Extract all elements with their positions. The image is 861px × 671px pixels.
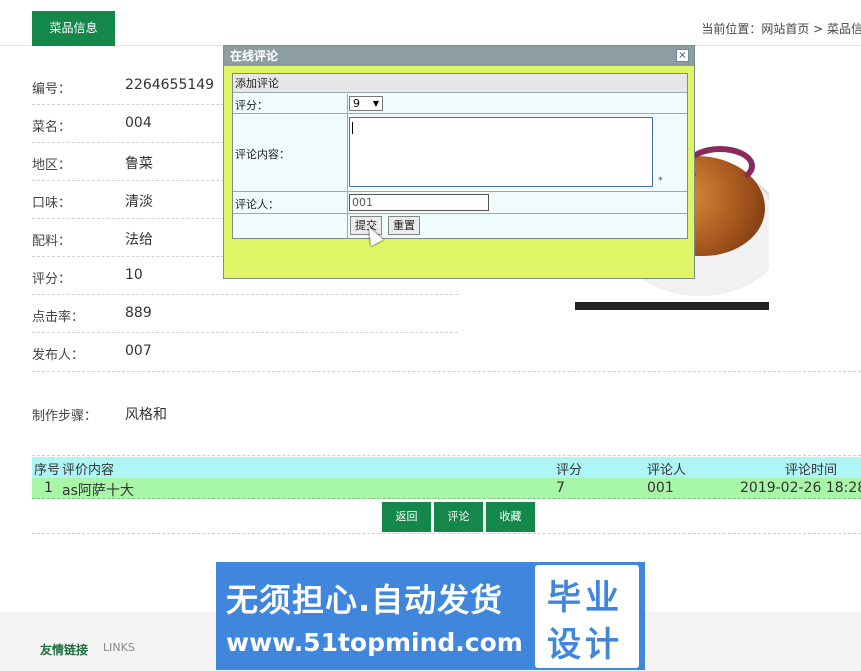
form-title: 添加评论 (233, 74, 687, 93)
divider (32, 533, 861, 534)
footer-links-title: 友情链接 (40, 643, 89, 657)
col-index: 序号 (34, 463, 61, 478)
footer-links-sub: LINKS (103, 641, 135, 654)
text-caret (352, 122, 353, 134)
info-label: 点击率： (32, 310, 85, 325)
breadcrumb: 当前位置：网站首页 > 菜品信 (701, 22, 861, 36)
info-label: 评分： (32, 272, 72, 287)
info-label: 配料： (32, 234, 72, 249)
banner-badge: 毕业 设计 (535, 565, 639, 668)
col-time: 评论时间 (785, 463, 838, 478)
score-select-value: 9 (353, 97, 360, 110)
comment-content-textarea[interactable] (349, 117, 653, 187)
info-value: 004 (125, 115, 152, 131)
table-row: 1 as阿萨十大 7 001 2019-02-26 18:28:3 (32, 478, 861, 499)
banner-badge-line2: 设计 (547, 625, 623, 665)
favorite-button[interactable]: 收藏 (486, 502, 535, 532)
top-bar: 菜品信息 当前位置：网站首页 > 菜品信 (0, 0, 861, 46)
form-row-buttons: 提交 重置 (233, 214, 687, 238)
tab-dish-info[interactable]: 菜品信息 (32, 11, 115, 46)
reset-button[interactable]: 重置 (388, 216, 420, 235)
form-row-reviewer: 评论人： 001 (233, 192, 687, 214)
steps-value: 风格和 (125, 407, 167, 423)
cell-index: 1 (44, 480, 53, 496)
watermark-banner: 无须担心.自动发货 www.51topmind.com 毕业 设计 (216, 562, 645, 670)
comment-button[interactable]: 评论 (434, 502, 483, 532)
form-separator (347, 114, 348, 191)
required-mark: * (658, 176, 663, 186)
info-value: 2264655149 (125, 77, 215, 93)
form-separator (347, 94, 348, 113)
comment-dialog: 在线评论 × 添加评论 评分： 9 ▼ 评论内容： * 评论人： 001 提交 … (223, 45, 695, 279)
col-score: 评分 (556, 463, 583, 478)
info-value: 889 (125, 305, 152, 321)
dialog-title[interactable]: 在线评论 (224, 46, 694, 66)
comment-form: 添加评论 评分： 9 ▼ 评论内容： * 评论人： 001 提交 重置 (232, 73, 688, 239)
info-value: 10 (125, 267, 143, 283)
info-label: 口味： (32, 196, 72, 211)
score-label: 评分： (235, 99, 268, 112)
form-row-score: 评分： 9 ▼ (233, 94, 687, 114)
info-value: 清淡 (125, 194, 153, 210)
info-row-clicks: 点击率： 889 (32, 295, 458, 333)
form-separator (347, 192, 348, 213)
banner-badge-line1: 毕业 (547, 578, 623, 618)
comments-table-header: 序号 评价内容 评分 评论人 评论时间 (32, 457, 861, 478)
cell-score: 7 (556, 480, 565, 496)
divider (32, 371, 861, 372)
image-caption-strip (575, 302, 769, 310)
info-label: 地区： (32, 158, 72, 173)
cell-time: 2019-02-26 18:28:3 (740, 480, 861, 496)
info-label: 发布人： (32, 348, 85, 363)
reviewer-input[interactable]: 001 (349, 194, 489, 211)
dialog-title-text: 在线评论 (230, 49, 279, 63)
info-value: 法给 (125, 232, 153, 248)
info-label: 编号： (32, 82, 72, 97)
info-label: 菜名： (32, 120, 72, 135)
form-separator (347, 214, 348, 238)
chevron-down-icon: ▼ (372, 99, 379, 108)
reviewer-label: 评论人： (235, 198, 279, 211)
content-label: 评论内容： (235, 148, 290, 161)
score-select[interactable]: 9 ▼ (349, 96, 383, 111)
form-row-content: 评论内容： * (233, 114, 687, 192)
banner-line1: 无须担心.自动发货 (226, 581, 504, 619)
cell-reviewer: 001 (647, 480, 674, 496)
info-value: 007 (125, 343, 152, 359)
cell-content: as阿萨十大 (62, 483, 134, 499)
steps-label: 制作步骤： (32, 409, 98, 424)
col-reviewer: 评论人 (647, 463, 687, 478)
onion-shape (685, 146, 755, 186)
info-row-publisher: 发布人： 007 (32, 333, 458, 371)
divider (32, 455, 861, 456)
info-value: 鲁菜 (125, 156, 153, 172)
banner-url: www.51topmind.com (226, 628, 523, 657)
col-content: 评价内容 (62, 463, 115, 478)
back-button[interactable]: 返回 (382, 502, 431, 532)
close-icon[interactable]: × (676, 49, 689, 62)
